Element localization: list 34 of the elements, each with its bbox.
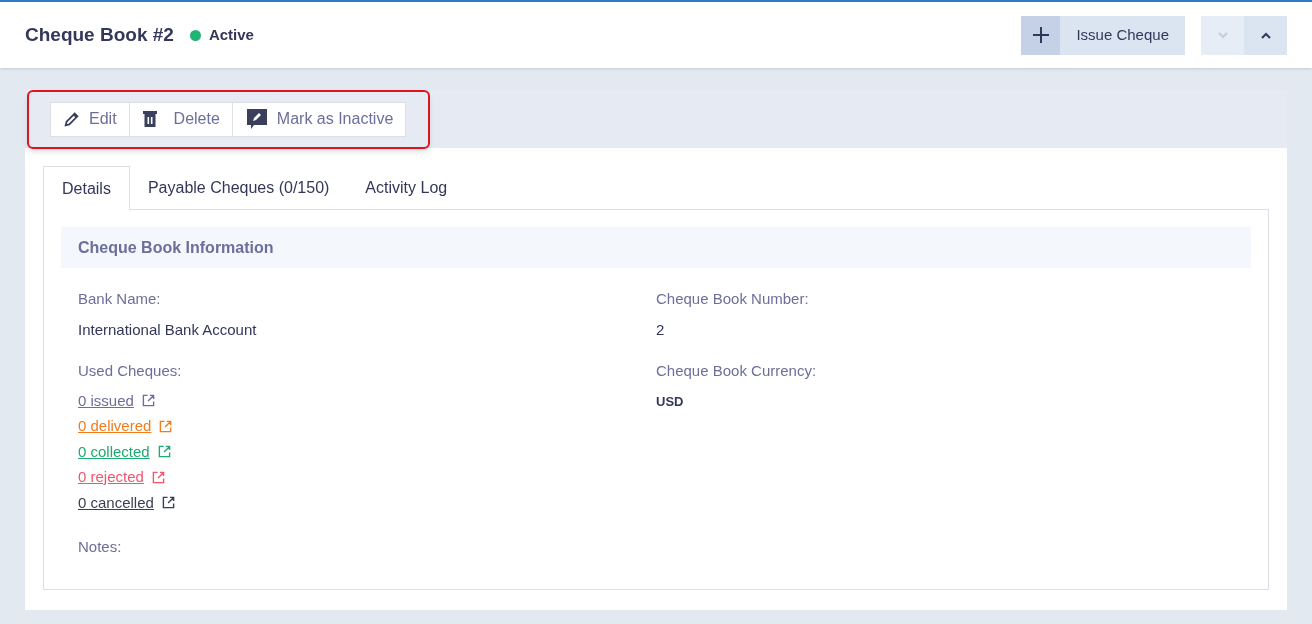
field-value: USD — [656, 393, 685, 411]
plus-icon — [1021, 15, 1061, 55]
edit-button[interactable]: Edit — [50, 101, 130, 137]
status-count-link[interactable]: 0 delivered — [78, 415, 152, 438]
page-title: Cheque Book #2 — [25, 22, 174, 47]
external-link-icon — [161, 496, 175, 510]
trash-icon — [141, 110, 158, 128]
delete-button[interactable]: Delete — [128, 101, 233, 137]
field-value: 2 — [656, 320, 666, 340]
pencil-icon — [63, 110, 81, 128]
field-label: Cheque Book Currency: — [656, 361, 818, 381]
chevron-down-icon — [1217, 31, 1228, 39]
chevron-up-icon — [1260, 31, 1271, 39]
status-label: Active — [208, 24, 254, 45]
tab[interactable]: Payable Cheques (0/150) — [129, 166, 348, 209]
field-label: Bank Name: — [78, 289, 162, 309]
external-link-icon — [151, 470, 165, 484]
comment-pencil-icon — [244, 107, 269, 131]
section-header: Cheque Book Information — [61, 227, 1251, 268]
external-link-icon — [141, 394, 155, 408]
field-label: Notes: — [78, 536, 123, 557]
field-label: Cheque Book Number: — [656, 289, 810, 309]
issue-cheque-button[interactable]: Issue Cheque — [1021, 15, 1185, 55]
field-value: International Bank Account — [78, 320, 258, 340]
tab[interactable]: Details — [43, 166, 130, 210]
status-count-link[interactable]: 0 collected — [78, 440, 150, 463]
tab[interactable]: Activity Log — [347, 166, 466, 209]
external-link-icon — [159, 419, 173, 433]
status-count-link[interactable]: 0 issued — [78, 389, 134, 412]
field-label: Used Cheques: — [78, 361, 183, 381]
external-link-icon — [157, 445, 171, 459]
status-count-link[interactable]: 0 rejected — [78, 466, 144, 489]
status-count-link[interactable]: 0 cancelled — [78, 491, 154, 514]
collapse-button[interactable] — [1244, 15, 1287, 55]
